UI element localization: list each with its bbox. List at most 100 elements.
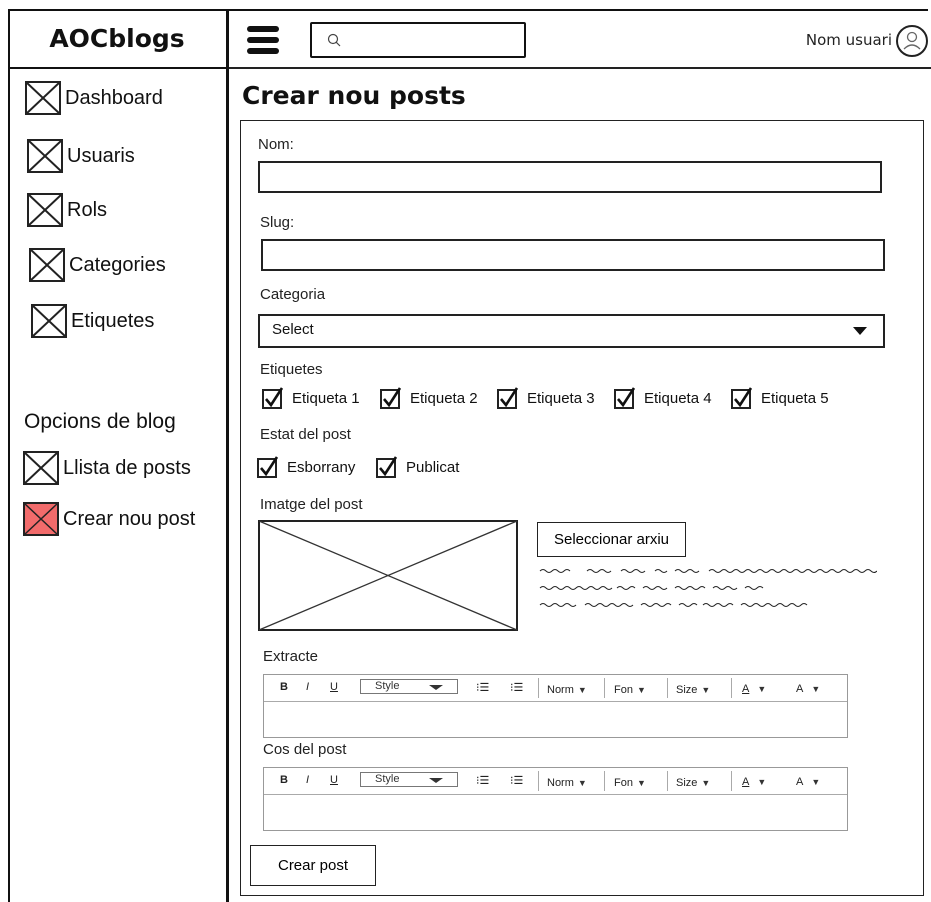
- checkbox-label: Esborrany: [287, 458, 356, 476]
- image-placeholder-icon: [23, 502, 59, 536]
- ordered-list-icon[interactable]: ⁝☰: [476, 681, 489, 694]
- image-placeholder: [258, 520, 518, 631]
- slug-input[interactable]: [261, 239, 885, 271]
- sidebar-item-dashboard[interactable]: Dashboard: [24, 80, 163, 116]
- editor-toolbar: B I U Style ⁝☰ ⁝☰ Norm ▼ Fon ▼ Size ▼ A ▼ A ▼: [264, 675, 847, 702]
- image-placeholder-icon: [31, 304, 67, 338]
- text-color-dropdown[interactable]: A ▼: [742, 683, 766, 695]
- slug-label: Slug:: [260, 214, 295, 231]
- bg-color-icon: A: [796, 776, 804, 788]
- search-input[interactable]: [350, 26, 520, 54]
- status-checkbox-esborrany[interactable]: Esborrany: [257, 456, 355, 478]
- avatar-icon[interactable]: [895, 24, 929, 58]
- excerpt-editor-body[interactable]: [264, 701, 847, 737]
- bg-color-icon: A: [796, 683, 804, 695]
- style-dropdown[interactable]: Style: [360, 772, 458, 787]
- checkbox-label: Etiqueta 2: [410, 389, 478, 407]
- size-dropdown[interactable]: Size ▼: [676, 684, 710, 696]
- create-post-button[interactable]: Crear post: [250, 845, 376, 886]
- chevron-down-icon: ▼: [636, 685, 646, 695]
- username[interactable]: Nom usuari: [782, 31, 892, 49]
- sidebar-divider: [226, 9, 229, 902]
- bold-button[interactable]: B: [280, 774, 288, 786]
- menu-icon[interactable]: [247, 26, 279, 56]
- sidebar-item-etiquetes[interactable]: Etiquetes: [30, 303, 154, 339]
- status-label: Estat del post: [260, 426, 351, 443]
- chevron-down-icon: ▼: [811, 777, 821, 787]
- sidebar-item-label: Llista de posts: [63, 456, 191, 479]
- body-label: Cos del post: [263, 741, 347, 758]
- checkbox-label: Etiqueta 4: [644, 389, 712, 407]
- toolbar-separator: [731, 678, 732, 698]
- size-dropdown[interactable]: Size ▼: [676, 777, 710, 789]
- section-title: Opcions de blog: [24, 410, 176, 433]
- scribble-text: [539, 569, 877, 607]
- image-placeholder-icon: [23, 451, 59, 485]
- underline-button[interactable]: U: [330, 681, 338, 693]
- brand-divider: [8, 67, 228, 69]
- sidebar-item-rols[interactable]: Rols: [26, 192, 107, 228]
- bullet-list-icon[interactable]: ⁝☰: [510, 681, 523, 694]
- checkbox-label: Etiqueta 5: [761, 389, 829, 407]
- toolbar-separator: [538, 678, 539, 698]
- excerpt-editor: B I U Style ⁝☰ ⁝☰ Norm ▼ Fon ▼ Size ▼ A ▼ A ▼: [263, 674, 848, 738]
- toolbar-separator: [667, 771, 668, 791]
- body-editor-body[interactable]: [264, 794, 847, 830]
- style-dropdown[interactable]: Style: [360, 679, 458, 694]
- tag-checkbox-4[interactable]: Etiqueta 4: [614, 387, 712, 409]
- editor-toolbar: B I U Style ⁝☰ ⁝☰ Norm ▼ Fon ▼ Size ▼ A ▼ A ▼: [264, 768, 847, 795]
- page-title: Crear nou posts: [242, 81, 466, 110]
- chevron-down-icon: ▼: [701, 685, 711, 695]
- sidebar-item-usuaris[interactable]: Usuaris: [26, 138, 135, 174]
- topbar-divider: [229, 67, 931, 69]
- sidebar-item-llista-posts[interactable]: Llista de posts: [22, 450, 191, 486]
- tag-checkbox-5[interactable]: Etiqueta 5: [731, 387, 829, 409]
- checkbox-label: Publicat: [406, 458, 460, 476]
- toolbar-separator: [604, 678, 605, 698]
- sidebar-item-label: Etiquetes: [71, 309, 155, 332]
- status-checkbox-publicat[interactable]: Publicat: [376, 456, 459, 478]
- tag-checkbox-1[interactable]: Etiqueta 1: [262, 387, 360, 409]
- font-size-label: Norm: [547, 777, 574, 789]
- toolbar-separator: [538, 771, 539, 791]
- tag-checkbox-3[interactable]: Etiqueta 3: [497, 387, 595, 409]
- bullet-list-icon[interactable]: ⁝☰: [510, 774, 523, 787]
- image-label: Imatge del post: [260, 496, 363, 513]
- toolbar-separator: [604, 771, 605, 791]
- select-file-button[interactable]: Seleccionar arxiu: [537, 522, 686, 557]
- chevron-down-icon: ▼: [577, 778, 587, 788]
- text-color-dropdown[interactable]: A ▼: [742, 776, 766, 788]
- brand-logo[interactable]: AOCblogs: [8, 24, 226, 53]
- sidebar-item-label: Categories: [69, 253, 166, 276]
- font-dropdown[interactable]: Fon ▼: [614, 684, 646, 696]
- bold-button[interactable]: B: [280, 681, 288, 693]
- checkbox-checked-icon: [262, 387, 284, 409]
- checkbox-checked-icon: [257, 456, 279, 478]
- bg-color-dropdown[interactable]: A ▼: [796, 683, 820, 695]
- chevron-down-icon: ▼: [577, 685, 587, 695]
- style-dropdown-label: Style: [375, 773, 400, 785]
- search-icon: [327, 33, 341, 47]
- underline-button[interactable]: U: [330, 774, 338, 786]
- font-dropdown[interactable]: Fon ▼: [614, 777, 646, 789]
- sidebar-item-crear-post[interactable]: Crear nou post: [22, 501, 195, 537]
- name-input[interactable]: [258, 161, 882, 193]
- image-placeholder-icon: [27, 193, 63, 227]
- bg-color-dropdown[interactable]: A ▼: [796, 776, 820, 788]
- checkbox-label: Etiqueta 3: [527, 389, 595, 407]
- ordered-list-icon[interactable]: ⁝☰: [476, 774, 489, 787]
- sidebar-item-categories[interactable]: Categories: [28, 247, 166, 283]
- name-label: Nom:: [258, 136, 294, 153]
- chevron-down-icon: [429, 685, 443, 690]
- sidebar-item-label: Usuaris: [67, 144, 135, 167]
- tag-checkbox-2[interactable]: Etiqueta 2: [380, 387, 478, 409]
- italic-button[interactable]: I: [306, 681, 309, 693]
- italic-button[interactable]: I: [306, 774, 309, 786]
- font-size-dropdown[interactable]: Norm ▼: [547, 777, 587, 789]
- category-select[interactable]: [258, 314, 885, 348]
- text-color-icon: A: [742, 776, 750, 788]
- checkbox-label: Etiqueta 1: [292, 389, 360, 407]
- chevron-down-icon: ▼: [811, 684, 821, 694]
- font-size-dropdown[interactable]: Norm ▼: [547, 684, 587, 696]
- image-placeholder-icon: [29, 248, 65, 282]
